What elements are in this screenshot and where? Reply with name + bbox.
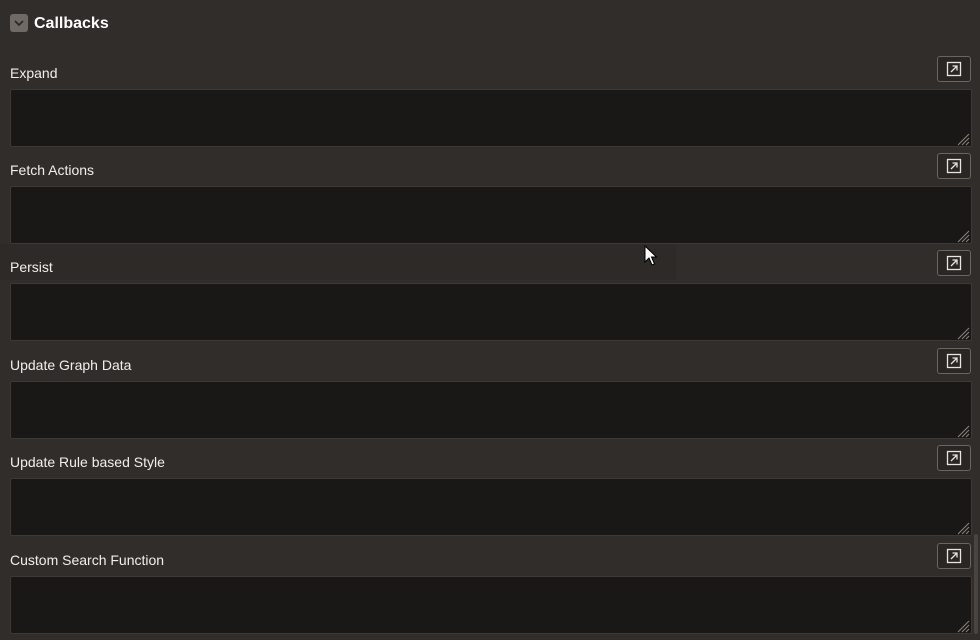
- code-textarea[interactable]: [10, 576, 972, 634]
- open-code-editor-button[interactable]: [937, 348, 971, 374]
- resize-handle-icon[interactable]: [954, 227, 970, 243]
- callbacks-panel: Callbacks Expand Fetch Actions Persist U…: [0, 0, 980, 640]
- section-header: Callbacks: [0, 0, 980, 48]
- open-in-editor-icon: [946, 548, 962, 564]
- field-label: Persist: [10, 259, 53, 275]
- code-textarea[interactable]: [10, 89, 972, 147]
- open-in-editor-icon: [946, 61, 962, 77]
- section-title: Callbacks: [34, 15, 109, 32]
- field-label: Update Graph Data: [10, 357, 132, 373]
- code-textarea[interactable]: [10, 186, 972, 244]
- open-code-editor-button[interactable]: [937, 445, 971, 471]
- code-textarea[interactable]: [10, 283, 972, 341]
- open-in-editor-icon: [946, 255, 962, 271]
- field-label: Fetch Actions: [10, 162, 95, 178]
- open-code-editor-button[interactable]: [937, 250, 971, 276]
- open-in-editor-icon: [946, 450, 962, 466]
- row-hover-highlight: [0, 244, 676, 280]
- open-code-editor-button[interactable]: [937, 543, 971, 569]
- resize-handle-icon[interactable]: [954, 422, 970, 438]
- field-label: Expand: [10, 65, 58, 81]
- field-label: Update Rule based Style: [10, 454, 165, 470]
- open-code-editor-button[interactable]: [937, 153, 971, 179]
- resize-handle-icon[interactable]: [954, 617, 970, 633]
- open-code-editor-button[interactable]: [937, 56, 971, 82]
- open-in-editor-icon: [946, 158, 962, 174]
- field-label: Custom Search Function: [10, 552, 165, 568]
- scrollbar-thumb[interactable]: [974, 534, 978, 634]
- code-textarea[interactable]: [10, 478, 972, 536]
- code-textarea[interactable]: [10, 381, 972, 439]
- resize-handle-icon[interactable]: [954, 130, 970, 146]
- chevron-down-icon: [14, 20, 24, 27]
- resize-handle-icon[interactable]: [954, 519, 970, 535]
- resize-handle-icon[interactable]: [954, 324, 970, 340]
- collapse-toggle-button[interactable]: [10, 14, 28, 32]
- open-in-editor-icon: [946, 353, 962, 369]
